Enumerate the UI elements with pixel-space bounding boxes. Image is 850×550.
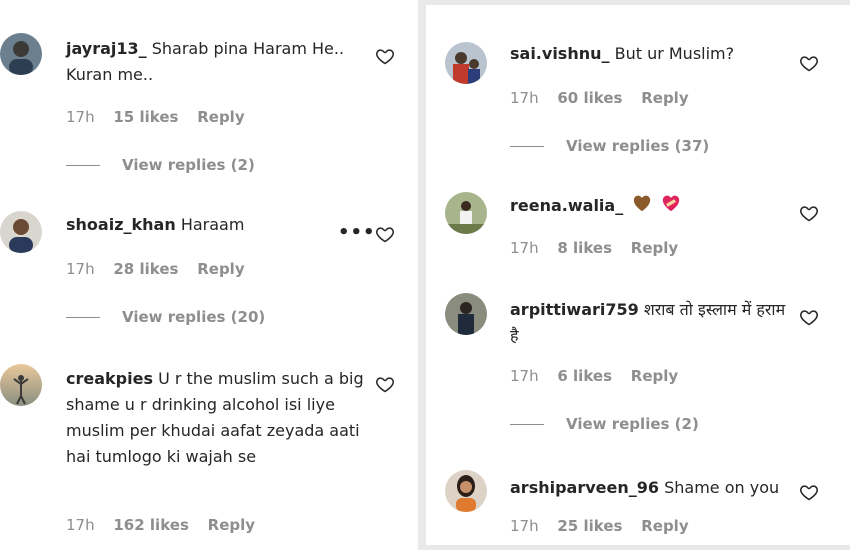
comment-meta: 17h 25 likes Reply: [510, 517, 703, 535]
heart-outline-icon[interactable]: [799, 53, 819, 73]
comment-text: jayraj13_ Sharab pina Haram He.. Kuran m…: [66, 36, 366, 88]
comment-likes[interactable]: 28 likes: [113, 260, 178, 278]
view-replies-button[interactable]: View replies (2): [66, 156, 255, 174]
reply-button[interactable]: Reply: [208, 516, 255, 534]
comment-username[interactable]: shoaiz_khan: [66, 215, 176, 234]
avatar[interactable]: [445, 42, 487, 84]
comment-text: sai.vishnu_ But ur Muslim?: [510, 41, 800, 67]
comment-text: reena.walia_: [510, 193, 800, 220]
comment-username[interactable]: sai.vishnu_: [510, 44, 610, 63]
reply-button[interactable]: Reply: [631, 239, 678, 257]
comment-text: shoaiz_khan Haraam: [66, 212, 346, 238]
avatar[interactable]: [445, 192, 487, 234]
comment-likes[interactable]: 8 likes: [557, 239, 612, 257]
comments-panel-right: sai.vishnu_ But ur Muslim? 17h 60 likes …: [426, 5, 850, 545]
comment-likes[interactable]: 162 likes: [113, 516, 189, 534]
comment-body: Haraam: [180, 215, 245, 234]
view-replies-label: View replies (2): [566, 415, 699, 433]
view-replies-label: View replies (20): [122, 308, 266, 326]
heart-outline-icon[interactable]: [799, 307, 819, 327]
comment-body: But ur Muslim?: [614, 44, 735, 63]
comment-body: Shame on you: [664, 478, 780, 497]
comment-meta: 17h 162 likes Reply: [66, 516, 269, 534]
comment-likes[interactable]: 25 likes: [557, 517, 622, 535]
view-replies-label: View replies (2): [122, 156, 255, 174]
comment-text: arshiparveen_96 Shame on you: [510, 475, 800, 501]
view-replies-button[interactable]: View replies (20): [66, 308, 265, 326]
comment-time: 17h: [66, 516, 95, 534]
comment-time: 17h: [510, 517, 539, 535]
avatar[interactable]: [0, 211, 42, 253]
comment-username[interactable]: arpittiwari759: [510, 300, 639, 319]
replies-divider: [510, 146, 544, 147]
comment-likes[interactable]: 15 likes: [113, 108, 178, 126]
comment-time: 17h: [510, 367, 539, 385]
comment-meta: 17h 8 likes Reply: [510, 239, 692, 257]
avatar[interactable]: [445, 470, 487, 512]
mending-heart-icon: [661, 194, 681, 220]
comment-username[interactable]: jayraj13_: [66, 39, 147, 58]
heart-outline-icon[interactable]: [375, 46, 395, 66]
heart-outline-icon[interactable]: [375, 224, 395, 244]
comment-time: 17h: [66, 108, 95, 126]
brown-heart-icon: [632, 194, 652, 220]
comment-meta: 17h 15 likes Reply: [66, 108, 259, 126]
view-replies-button[interactable]: View replies (2): [510, 415, 699, 433]
comment-meta: 17h 28 likes Reply: [66, 260, 259, 278]
comment-meta: 17h 6 likes Reply: [510, 367, 692, 385]
replies-divider: [66, 165, 100, 166]
avatar[interactable]: [0, 364, 42, 406]
comment-text: arpittiwari759 शराब तो इस्लाम में हराम ह…: [510, 297, 795, 349]
comment-likes[interactable]: 60 likes: [557, 89, 622, 107]
heart-outline-icon[interactable]: [799, 203, 819, 223]
avatar[interactable]: [0, 33, 42, 75]
replies-divider: [510, 424, 544, 425]
comment-time: 17h: [510, 89, 539, 107]
comment-time: 17h: [510, 239, 539, 257]
replies-divider: [66, 317, 100, 318]
reply-button[interactable]: Reply: [631, 367, 678, 385]
heart-outline-icon[interactable]: [799, 482, 819, 502]
comment-text: creakpies U r the muslim such a big sham…: [66, 366, 366, 470]
comment-meta: 17h 60 likes Reply: [510, 89, 703, 107]
comments-panel-left: jayraj13_ Sharab pina Haram He.. Kuran m…: [0, 0, 418, 550]
reply-button[interactable]: Reply: [641, 89, 688, 107]
comment-username[interactable]: reena.walia_: [510, 196, 623, 215]
comment-username[interactable]: creakpies: [66, 369, 153, 388]
comment-likes[interactable]: 6 likes: [557, 367, 612, 385]
more-dots-icon[interactable]: •••: [338, 222, 376, 243]
heart-outline-icon[interactable]: [375, 374, 395, 394]
reply-button[interactable]: Reply: [641, 517, 688, 535]
view-replies-label: View replies (37): [566, 137, 710, 155]
avatar[interactable]: [445, 293, 487, 335]
reply-button[interactable]: Reply: [197, 108, 244, 126]
comment-username[interactable]: arshiparveen_96: [510, 478, 659, 497]
comment-time: 17h: [66, 260, 95, 278]
reply-button[interactable]: Reply: [197, 260, 244, 278]
view-replies-button[interactable]: View replies (37): [510, 137, 709, 155]
